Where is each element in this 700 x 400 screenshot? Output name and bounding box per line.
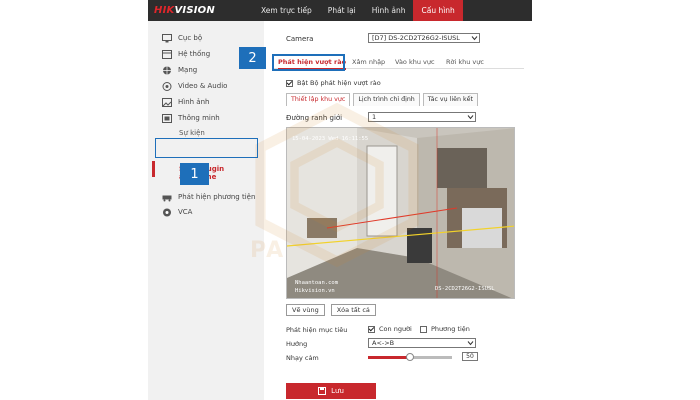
clear-all-button[interactable]: Xóa tất cả bbox=[330, 304, 376, 316]
vehicle-icon bbox=[162, 195, 172, 201]
sensitivity-slider[interactable] bbox=[368, 353, 452, 361]
sidebar: Cục bộ Hệ thống Mạng Video & Audio Hình … bbox=[148, 21, 260, 400]
human-checkbox[interactable] bbox=[368, 325, 375, 333]
save-button[interactable]: Lưu bbox=[286, 383, 376, 399]
sensitivity-value[interactable]: 50 bbox=[462, 352, 478, 361]
globe-icon bbox=[163, 66, 171, 74]
top-navigation-bar: HIKVISION Xem trực tiếp Phát lại Hình ản… bbox=[148, 0, 532, 21]
line-select[interactable]: 1 bbox=[368, 112, 476, 122]
active-indicator bbox=[152, 161, 155, 177]
highlight-box-sidebar bbox=[155, 138, 258, 158]
vehicle-option[interactable]: Phương tiện bbox=[420, 325, 470, 333]
monitor-icon bbox=[162, 33, 172, 42]
chevron-down-icon bbox=[467, 341, 474, 346]
tab-region-exiting[interactable]: Rời khu vực bbox=[446, 58, 484, 66]
sidebar-item-system[interactable]: Hệ thống bbox=[162, 48, 210, 60]
camera-select[interactable]: [D7] DS-2CD2T26G2-ISUSL bbox=[368, 33, 480, 43]
tab-intrusion[interactable]: Xâm nhập bbox=[352, 58, 385, 66]
subtab-linkage-method[interactable]: Tác vụ liên kết bbox=[422, 93, 478, 106]
callout-step-2: 2 bbox=[239, 47, 266, 69]
sidebar-item-video-audio[interactable]: Video & Audio bbox=[162, 80, 227, 92]
highlight-box-tab bbox=[272, 54, 345, 71]
vca-icon bbox=[163, 208, 171, 216]
draw-area-button[interactable]: Vẽ vùng bbox=[286, 304, 325, 316]
camera-scene bbox=[287, 128, 514, 298]
nav-configuration[interactable]: Cấu hình bbox=[413, 0, 463, 21]
top-nav: Xem trực tiếp Phát lại Hình ảnh Cấu hình bbox=[253, 0, 463, 21]
enable-label: Bật Bộ phát hiện vượt rào bbox=[297, 79, 381, 87]
sidebar-item-smart[interactable]: Thông minh bbox=[162, 112, 220, 124]
vehicle-checkbox[interactable] bbox=[420, 325, 427, 333]
callout-step-1: 1 bbox=[180, 163, 209, 185]
target-label: Phát hiện mục tiêu bbox=[286, 326, 348, 334]
camera-label: Camera bbox=[286, 35, 314, 43]
video-watermark-line1: Nhaantoan.com bbox=[295, 280, 339, 286]
main-content: Camera [D7] DS-2CD2T26G2-ISUSL Phát hiện… bbox=[264, 21, 532, 400]
sidebar-item-vehicle-detection[interactable]: Phát hiện phương tiện bbox=[162, 191, 255, 203]
direction-label: Hướng bbox=[286, 340, 308, 348]
nav-live-view[interactable]: Xem trực tiếp bbox=[253, 0, 320, 21]
nav-playback[interactable]: Phát lại bbox=[320, 0, 364, 21]
video-watermark-line2: Hikvision.vn bbox=[295, 288, 335, 294]
smart-icon bbox=[162, 113, 172, 123]
enable-checkbox[interactable] bbox=[286, 79, 293, 87]
image-icon bbox=[162, 97, 172, 107]
sensitivity-label: Nhạy cảm bbox=[286, 354, 319, 362]
sidebar-item-network[interactable]: Mạng bbox=[162, 64, 197, 76]
sidebar-sub-event[interactable]: Sự kiện bbox=[179, 129, 205, 137]
line-label: Đường ranh giới bbox=[286, 114, 343, 122]
video-camera-name: DS-2CD2T26G2-ISUSL bbox=[435, 286, 495, 292]
chevron-down-icon bbox=[471, 36, 478, 41]
save-icon bbox=[318, 387, 327, 395]
subtab-area-settings[interactable]: Thiết lập khu vực bbox=[286, 93, 351, 106]
enable-row: Bật Bộ phát hiện vượt rào bbox=[286, 79, 381, 87]
slider-fill bbox=[368, 356, 410, 359]
sidebar-item-local[interactable]: Cục bộ bbox=[162, 32, 202, 44]
hikvision-logo: HIKVISION bbox=[154, 5, 215, 16]
video-timestamp: 15-04-2023 Wed 16:11:55 bbox=[292, 136, 369, 142]
human-option[interactable]: Con người bbox=[368, 325, 412, 333]
slider-thumb[interactable] bbox=[406, 353, 414, 361]
system-icon bbox=[162, 49, 172, 59]
live-video-view[interactable]: 15-04-2023 Wed 16:11:55 Nhaantoan.com Hi… bbox=[286, 127, 515, 299]
chevron-down-icon bbox=[467, 115, 474, 120]
sidebar-item-vca[interactable]: VCA bbox=[162, 206, 192, 218]
tab-region-entrance[interactable]: Vào khu vực bbox=[395, 58, 435, 66]
video-audio-icon bbox=[162, 81, 172, 91]
direction-select[interactable]: A<->B bbox=[368, 338, 476, 348]
line-row: Đường ranh giới 1 bbox=[286, 112, 476, 122]
subtab-bar: Thiết lập khu vực Lịch trình chỉ định Tá… bbox=[286, 93, 481, 106]
sidebar-item-image[interactable]: Hình ảnh bbox=[162, 96, 209, 108]
draw-buttons: Vẽ vùng Xóa tất cả bbox=[286, 304, 382, 316]
nav-picture[interactable]: Hình ảnh bbox=[364, 0, 414, 21]
background-watermark-text: PA bbox=[250, 238, 286, 263]
subtab-arming-schedule[interactable]: Lịch trình chỉ định bbox=[353, 93, 420, 106]
